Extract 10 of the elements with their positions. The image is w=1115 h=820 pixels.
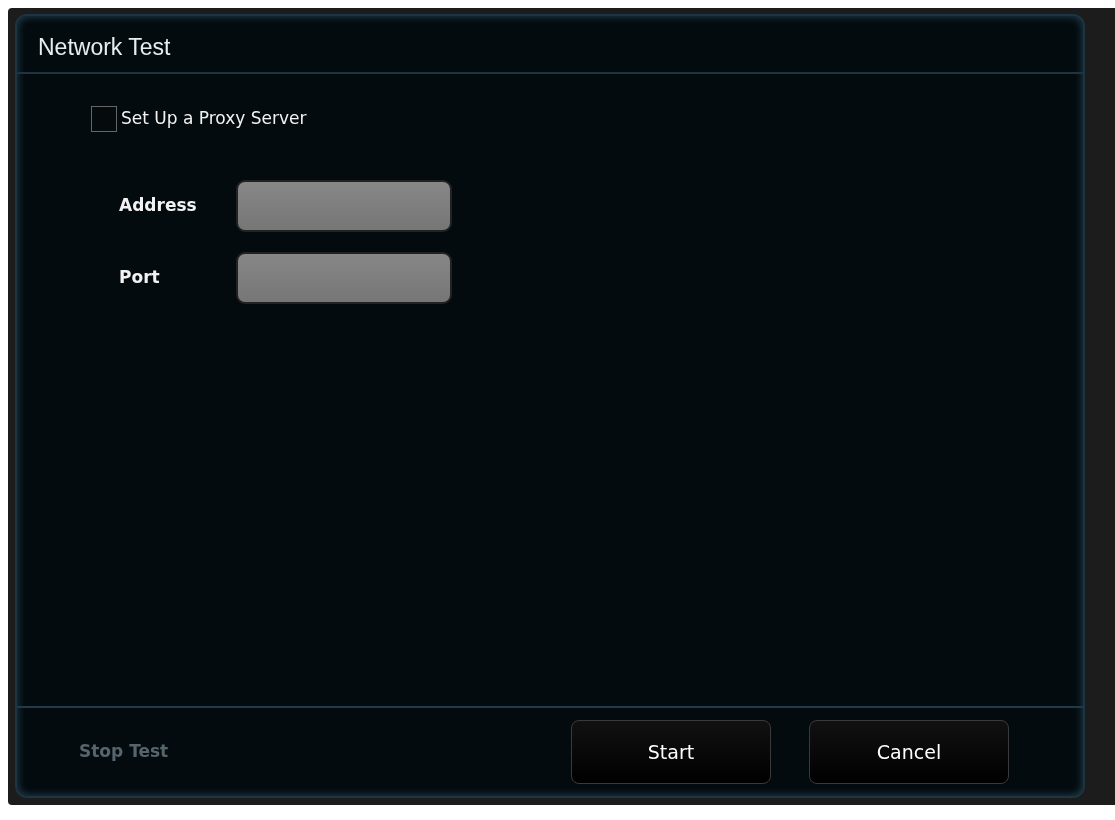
dialog-title: Network Test: [17, 16, 1083, 74]
checkbox[interactable]: [91, 106, 117, 132]
checkbox-label[interactable]: Set Up a Proxy Server: [121, 106, 307, 132]
cancel-button[interactable]: Cancel: [809, 720, 1009, 784]
field-label: Address: [119, 194, 198, 218]
stop-test-label: Stop Test: [79, 740, 169, 764]
input-field[interactable]: [236, 252, 452, 304]
input-field[interactable]: [236, 180, 452, 232]
field-label: Port: [119, 266, 161, 290]
start-button[interactable]: Start: [571, 720, 771, 784]
